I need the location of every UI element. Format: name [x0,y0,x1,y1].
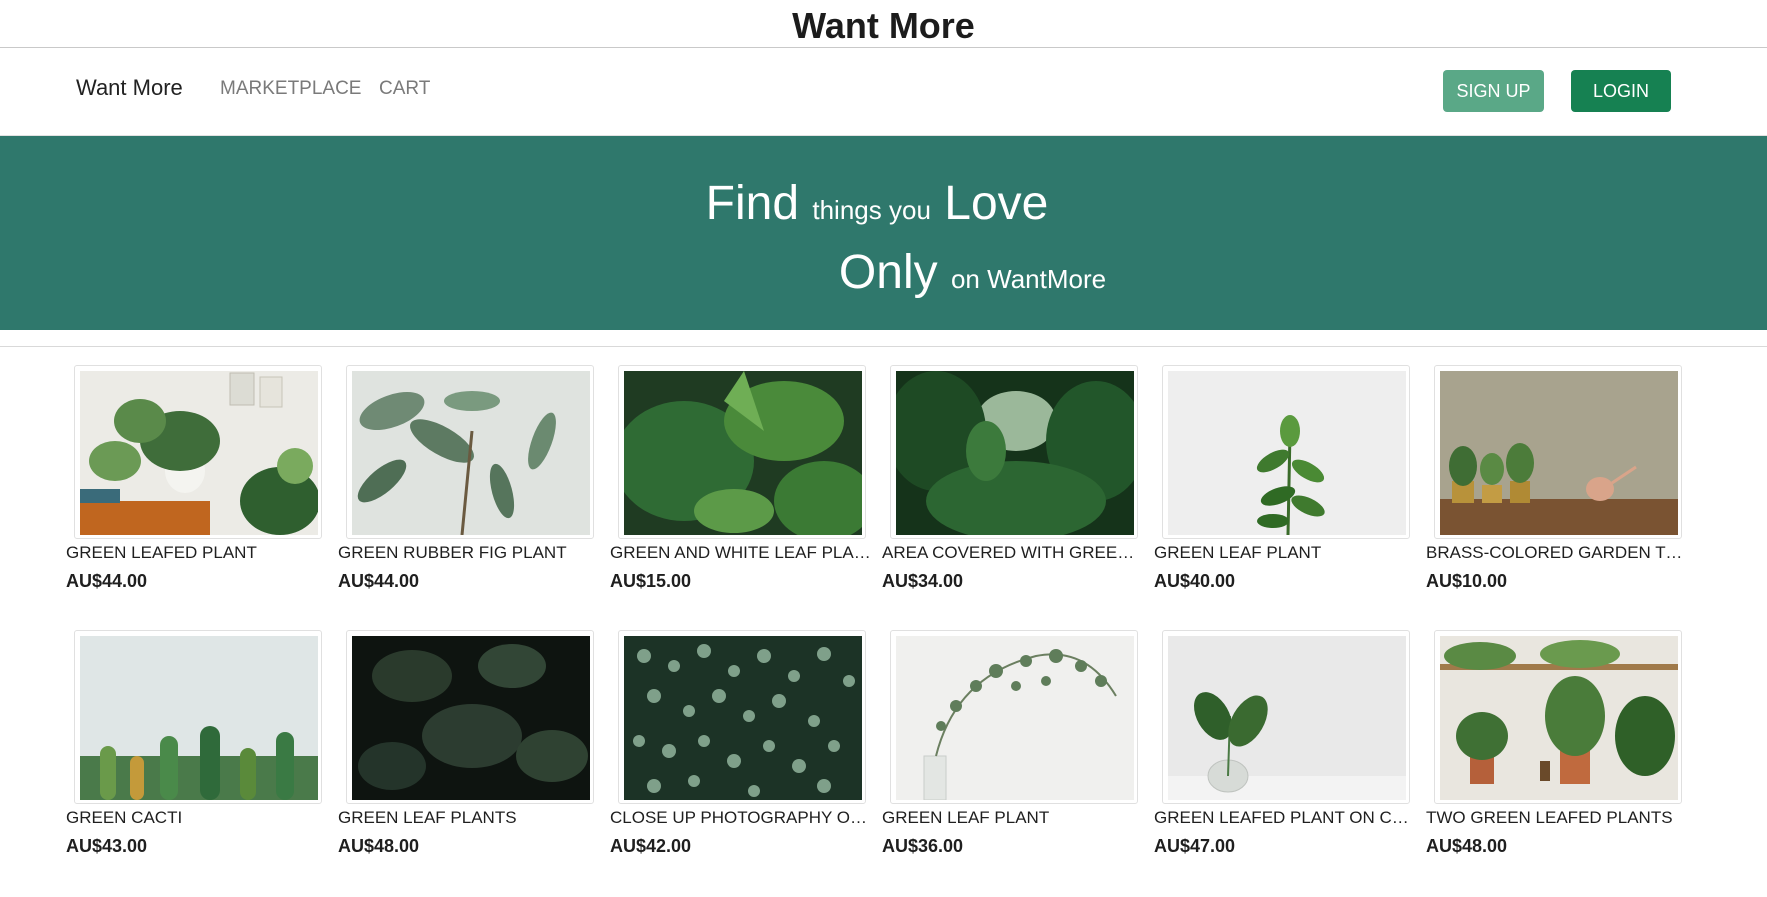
product-grid: GREEN LEAFED PLANT AU$44.00 GREEN RUBBER… [0,347,1767,857]
hero-word-things-you: things you [812,195,931,225]
product-card[interactable]: GREEN LEAF PLANTS AU$48.00 [338,630,610,857]
rubber-fig-photo [352,371,590,535]
product-price: AU$48.00 [338,836,420,856]
product-price: AU$44.00 [338,571,420,591]
product-card[interactable]: GREEN LEAF PLANT AU$36.00 [882,630,1154,857]
small-leaves-closeup-photo [624,636,862,800]
product-name[interactable]: TWO GREEN LEAFED PLANTS [1426,808,1688,828]
hero-word-only: Only [838,246,938,299]
signup-button[interactable]: SIGN UP [1443,70,1544,112]
product-name[interactable]: GREEN LEAF PLANTS [338,808,600,828]
product-image[interactable] [1434,630,1682,804]
product-price: AU$40.00 [1154,571,1236,591]
nav-link-cart[interactable]: CART [379,78,430,100]
hero-word-find: Find [705,177,800,230]
product-name[interactable]: GREEN RUBBER FIG PLANT [338,543,600,563]
product-image[interactable] [890,630,1138,804]
hero-word-on-wantmore: on WantMore [950,264,1107,294]
product-image[interactable] [890,365,1138,539]
hero-headline-line-2: Only on WantMore [0,249,1767,297]
product-name[interactable]: CLOSE UP PHOTOGRAPHY OF GREEN LEAVES [610,808,872,828]
potted-plants-shelf-photo [80,371,318,535]
brass-pots-table-photo [1440,371,1678,535]
product-card[interactable]: CLOSE UP PHOTOGRAPHY OF GREEN LEAVES AU$… [610,630,882,857]
product-card[interactable]: GREEN CACTI AU$43.00 [66,630,338,857]
product-image[interactable] [618,630,866,804]
glass-vase-plant-photo [1168,636,1406,800]
product-card[interactable]: AREA COVERED WITH GREEN PLANTS AU$34.00 [882,365,1154,592]
product-name[interactable]: GREEN LEAF PLANT [882,808,1144,828]
hero-banner: Find things you Love Only on WantMore [0,136,1767,330]
monstera-fern-photo [624,371,862,535]
single-plant-white-photo [1168,371,1406,535]
cacti-photo [80,636,318,800]
product-price: AU$15.00 [610,571,692,591]
product-image[interactable] [1162,365,1410,539]
product-name[interactable]: AREA COVERED WITH GREEN PLANTS [882,543,1144,563]
product-price: AU$36.00 [882,836,964,856]
jungle-photo [896,371,1134,535]
product-image[interactable] [346,630,594,804]
product-card[interactable]: BRASS-COLORED GARDEN TOOLS AU$10.00 [1426,365,1698,592]
product-price: AU$42.00 [610,836,692,856]
hero-word-love: Love [944,177,1049,230]
product-image[interactable] [618,365,866,539]
product-price: AU$44.00 [66,571,148,591]
product-card[interactable]: GREEN LEAFED PLANT ON CLEAR GLASS VASE A… [1154,630,1426,857]
product-price: AU$43.00 [66,836,148,856]
site-title: Want More [0,0,1767,48]
product-name[interactable]: GREEN LEAFED PLANT [66,543,328,563]
nav-link-marketplace[interactable]: MARKETPLACE [220,78,361,100]
login-button[interactable]: LOGIN [1571,70,1671,112]
product-name[interactable]: BRASS-COLORED GARDEN TOOLS [1426,543,1688,563]
product-price: AU$48.00 [1426,836,1508,856]
product-name[interactable]: GREEN LEAFED PLANT ON CLEAR GLASS VASE [1154,808,1416,828]
product-price: AU$47.00 [1154,836,1236,856]
product-card[interactable]: TWO GREEN LEAFED PLANTS AU$48.00 [1426,630,1698,857]
product-image[interactable] [1434,365,1682,539]
product-card[interactable]: GREEN LEAFED PLANT AU$44.00 [66,365,338,592]
section-divider [0,330,1767,347]
hero-headline-line-1: Find things you Love [0,180,1754,228]
terracotta-pots-photo [1440,636,1678,800]
product-image[interactable] [1162,630,1410,804]
product-card[interactable]: GREEN LEAF PLANT AU$40.00 [1154,365,1426,592]
product-image[interactable] [74,365,322,539]
navbar: Want More MARKETPLACE CART SIGN UP LOGIN [0,48,1767,136]
product-price: AU$34.00 [882,571,964,591]
eucalyptus-vase-photo [896,636,1134,800]
product-name[interactable]: GREEN AND WHITE LEAF PLANT [610,543,872,563]
product-image[interactable] [74,630,322,804]
product-card[interactable]: GREEN RUBBER FIG PLANT AU$44.00 [338,365,610,592]
product-name[interactable]: GREEN CACTI [66,808,328,828]
navbar-brand[interactable]: Want More [76,75,183,101]
product-card[interactable]: GREEN AND WHITE LEAF PLANT AU$15.00 [610,365,882,592]
dark-monstera-photo [352,636,590,800]
product-price: AU$10.00 [1426,571,1508,591]
product-image[interactable] [346,365,594,539]
product-name[interactable]: GREEN LEAF PLANT [1154,543,1416,563]
